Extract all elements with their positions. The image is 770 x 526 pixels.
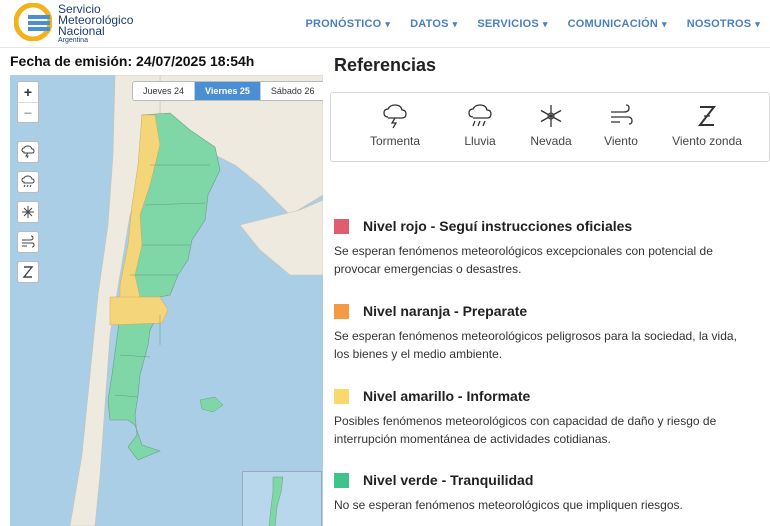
level-title: Nivel naranja - Preparate	[363, 303, 528, 319]
level-verde: Nivel verde - Tranquilidad No se esperan…	[334, 472, 754, 514]
day-tab-sabado[interactable]: Sábado 26	[261, 82, 323, 100]
zoom-out-button[interactable]: −	[18, 102, 38, 122]
storm-icon	[21, 145, 35, 159]
smn-logo[interactable]	[14, 3, 52, 41]
ref-nevada: Nevada	[511, 103, 591, 150]
antarctica-inset-map	[242, 471, 322, 526]
brand-name[interactable]: Servicio Meteorológico Nacional Argentin…	[58, 3, 133, 45]
level-description: Se esperan fenómenos meteorológicos exce…	[334, 244, 713, 276]
nav-label: DATOS	[410, 18, 449, 30]
swatch-orange	[334, 303, 349, 319]
nav-label: PRONÓSTICO	[305, 18, 382, 30]
zoom-in-button[interactable]: +	[18, 82, 38, 102]
brand-line-4: Argentina	[58, 37, 88, 44]
inset-map-shape	[268, 476, 284, 526]
wind-icon	[22, 235, 35, 248]
day-tab-jueves[interactable]: Jueves 24	[133, 82, 196, 100]
brand-line-3: Nacional	[58, 24, 105, 38]
swatch-red	[334, 218, 349, 234]
alert-map[interactable]: + − Jueves 24 Viernes 25 Sábado 26	[10, 75, 323, 526]
zoom-control: + −	[17, 81, 39, 123]
nav-servicios[interactable]: SERVICIOS ▾	[477, 18, 547, 30]
ref-label: Lluvia	[464, 134, 496, 148]
chevron-down-icon: ▾	[452, 19, 458, 29]
main-nav: PRONÓSTICO ▾ DATOS ▾ SERVICIOS ▾ COMUNICACI…	[305, 18, 760, 30]
site-header: Servicio Meteorológico Nacional Argentin…	[0, 0, 770, 48]
rain-icon	[468, 104, 492, 127]
ref-viento: Viento	[581, 103, 661, 150]
filter-viento-button[interactable]	[17, 231, 39, 253]
ref-label: Nevada	[530, 134, 572, 148]
emission-date: Fecha de emisión: 24/07/2025 18:54h	[10, 53, 255, 69]
nav-nosotros[interactable]: NOSOTROS ▾	[687, 18, 760, 30]
swatch-green	[334, 472, 349, 488]
level-rojo: Nivel rojo - Seguí instrucciones oficial…	[334, 218, 754, 278]
level-description: Se esperan fenómenos meteorológicos peli…	[334, 329, 737, 361]
references-panel: Tormenta Lluvia Nevada Viento Viento zon…	[330, 92, 770, 162]
chevron-down-icon: ▾	[385, 19, 391, 29]
ref-label: Viento zonda	[672, 134, 742, 148]
level-title: Nivel amarillo - Informate	[363, 388, 531, 404]
snow-icon	[540, 105, 562, 127]
wind-icon	[611, 104, 633, 125]
nav-datos[interactable]: DATOS ▾	[410, 18, 457, 30]
argentina-map[interactable]	[10, 75, 323, 526]
references-title: Referencias	[334, 55, 437, 75]
filter-lluvia-button[interactable]	[17, 171, 39, 193]
nav-label: SERVICIOS	[477, 18, 539, 30]
storm-icon	[383, 104, 407, 129]
level-description: Posibles fenómenos meteorológicos con ca…	[334, 414, 717, 446]
filter-tormenta-button[interactable]	[17, 141, 39, 163]
zonda-icon	[22, 266, 34, 278]
chevron-down-icon: ▾	[542, 19, 548, 29]
rain-icon	[21, 175, 35, 188]
swatch-yellow	[334, 388, 349, 404]
ref-label: Viento	[604, 134, 638, 148]
filter-zonda-button[interactable]	[17, 261, 39, 283]
day-selector: Jueves 24 Viernes 25 Sábado 26	[132, 81, 323, 101]
level-amarillo: Nivel amarillo - Informate Posibles fenó…	[334, 388, 754, 448]
day-tab-viernes[interactable]: Viernes 25	[195, 82, 261, 100]
level-naranja: Nivel naranja - Preparate Se esperan fen…	[334, 303, 754, 363]
nav-pronostico[interactable]: PRONÓSTICO ▾	[305, 18, 390, 30]
ref-tormenta: Tormenta	[355, 103, 435, 150]
ref-label: Tormenta	[369, 134, 421, 148]
nav-comunicacion[interactable]: COMUNICACIÓN ▾	[568, 18, 667, 30]
level-description: No se esperan fenómenos meteorológicos q…	[334, 498, 683, 512]
filter-nevada-button[interactable]	[17, 201, 39, 223]
snow-icon	[22, 206, 34, 218]
nav-label: NOSOTROS	[686, 18, 752, 30]
ref-viento-zonda: Viento zonda	[667, 103, 747, 150]
ref-lluvia: Lluvia	[440, 103, 520, 150]
chevron-down-icon: ▾	[662, 19, 667, 29]
zonda-icon	[697, 106, 717, 126]
nav-label: COMUNICACIÓN	[567, 18, 658, 30]
level-title: Nivel rojo - Seguí instrucciones oficial…	[363, 218, 633, 234]
chevron-down-icon: ▾	[755, 19, 760, 29]
level-title: Nivel verde - Tranquilidad	[363, 472, 534, 488]
